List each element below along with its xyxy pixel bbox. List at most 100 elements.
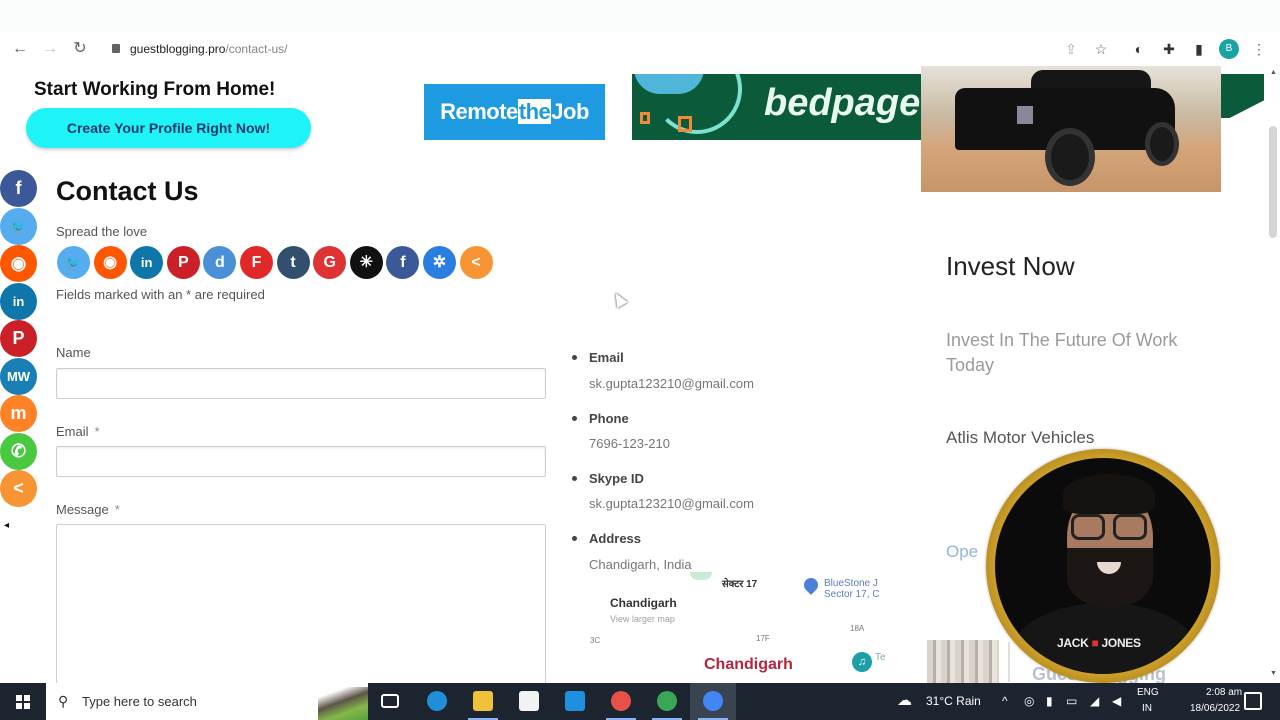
map-poi-label[interactable]: BlueStone J Sector 17, C — [824, 578, 880, 600]
weather-text[interactable]: 31°C Rain — [926, 694, 981, 708]
tray-overflow-icon[interactable]: ^ — [1002, 694, 1008, 708]
meet-now-icon[interactable]: ◎ — [1024, 694, 1034, 708]
battery-icon[interactable]: ▭ — [1066, 694, 1077, 708]
search-icon: ⚲ — [58, 693, 69, 709]
email-field[interactable] — [56, 446, 546, 477]
sidepanel-icon[interactable]: ▮ — [1190, 40, 1208, 58]
scrollbar-thumb[interactable] — [1269, 126, 1277, 238]
reddit-share-icon[interactable]: ◉ — [0, 245, 37, 282]
contact-email-value[interactable]: sk.gupta123210@gmail.com — [589, 376, 754, 391]
mewe-share-icon[interactable]: MW — [0, 357, 37, 395]
taskbar-app-chrome-1[interactable] — [598, 683, 644, 720]
spread-the-love-label: Spread the love — [56, 224, 148, 239]
address-bar[interactable]: guestblogging.pro/contact-us/ — [112, 40, 287, 58]
message-field[interactable] — [56, 524, 546, 683]
taskbar-app-chrome-3[interactable] — [690, 683, 736, 720]
email-label-text: Email — [56, 424, 89, 439]
back-icon[interactable]: ← — [9, 38, 31, 60]
pinterest-share-icon[interactable]: P — [0, 320, 37, 357]
page-scrollbar[interactable]: ▲ ▼ — [1266, 66, 1280, 683]
glasses-icon — [1071, 514, 1105, 540]
remotethejob-ad[interactable]: RemotetheJob — [424, 84, 605, 140]
language-region[interactable]: IN — [1142, 703, 1152, 714]
start-button[interactable] — [0, 683, 46, 720]
forward-icon[interactable]: → — [39, 38, 61, 60]
create-profile-button[interactable]: Create Your Profile Right Now! — [26, 108, 311, 148]
taskbar-app-microsoft-store[interactable] — [506, 683, 552, 720]
taskbar-app-task-view[interactable] — [368, 683, 414, 720]
vk-share-button[interactable]: ✲ — [423, 246, 456, 279]
ad-remote-prefix: Remote — [440, 99, 518, 124]
invest-now-heading: Invest Now — [946, 251, 1075, 281]
taskbar-app-chrome-2[interactable] — [644, 683, 690, 720]
file-explorer-icon — [473, 691, 493, 711]
name-field[interactable] — [56, 368, 546, 399]
puzzle-icon[interactable]: ✚ — [1160, 40, 1178, 58]
view-larger-map-link[interactable]: View larger map — [610, 614, 675, 624]
clock-date[interactable]: 18/06/2022 — [1190, 703, 1240, 714]
search-highlight-art — [318, 687, 368, 720]
contact-address-title: Address — [589, 531, 642, 546]
collapse-share-icon[interactable]: ◂ — [4, 520, 9, 531]
reload-icon[interactable]: ↻ — [69, 38, 91, 60]
contact-phone-title: Phone — [589, 411, 629, 426]
invest-subheading[interactable]: Invest In The Future Of Work Today — [946, 328, 1186, 378]
truck-wheel — [1045, 128, 1095, 186]
ad-remote-the: the — [517, 99, 552, 124]
digg-share-button[interactable]: d — [203, 246, 237, 279]
embedded-map[interactable]: सेक्टर 17 BlueStone J Sector 17, C Chand… — [590, 572, 900, 683]
whatsapp-share-icon[interactable]: ✆ — [0, 432, 37, 470]
clock-time[interactable]: 2:08 am — [1206, 687, 1242, 698]
message-label-text: Message — [56, 502, 109, 517]
list-bullet — [572, 416, 577, 421]
weather-cloud-icon[interactable]: ☁ — [897, 691, 912, 709]
contact-skype-value[interactable]: sk.gupta123210@gmail.com — [589, 496, 754, 511]
scroll-up-arrow[interactable]: ▲ — [1270, 69, 1277, 76]
tumblr-share-button[interactable]: t — [276, 246, 310, 279]
open-link[interactable]: Ope — [946, 542, 978, 562]
reddit-share-button[interactable]: ◉ — [93, 246, 127, 279]
map-music-icon[interactable]: ♫ — [852, 652, 872, 672]
notification-center-icon[interactable] — [1244, 692, 1262, 710]
currency-thumbnail[interactable] — [927, 640, 999, 683]
email-label: Email * — [56, 424, 100, 439]
taskbar-app-file-explorer[interactable] — [460, 683, 506, 720]
map-pin-icon[interactable] — [801, 575, 821, 595]
mix-share-icon[interactable]: m — [0, 395, 37, 432]
stumble-share-button[interactable]: ✳ — [349, 246, 383, 279]
truck-ad-image[interactable] — [921, 66, 1221, 192]
profile-avatar[interactable]: B — [1219, 39, 1239, 59]
share-share-button[interactable]: < — [459, 246, 493, 279]
windows-taskbar: ⚲ Type here to search ☁ 31°C Rain ^ ◎ ▮ … — [0, 683, 1280, 720]
google-share-button[interactable]: G — [313, 246, 347, 279]
taskbar-search[interactable]: ⚲ Type here to search — [46, 683, 368, 720]
scroll-down-arrow[interactable]: ▼ — [1270, 670, 1277, 677]
flipboard-share-button[interactable]: F — [240, 246, 273, 279]
linkedin-share-icon[interactable]: in — [0, 282, 37, 320]
lock-icon[interactable] — [112, 44, 120, 53]
presenter-beard — [1067, 548, 1153, 608]
twitter-share-button[interactable]: 🐦 — [57, 246, 90, 279]
volume-icon[interactable]: ◀ — [1112, 694, 1121, 708]
star-icon[interactable]: ☆ — [1092, 40, 1110, 58]
share-share-icon[interactable]: < — [0, 470, 37, 507]
language-indicator[interactable]: ENG — [1137, 687, 1159, 698]
menu-icon[interactable]: ⋮ — [1250, 40, 1268, 58]
atlis-motor-link[interactable]: Atlis Motor Vehicles — [946, 428, 1094, 448]
linkedin-share-button[interactable]: in — [130, 246, 164, 279]
facebook-share-icon[interactable]: f — [0, 170, 37, 207]
facebook-share-button[interactable]: f — [386, 246, 420, 279]
page-title: Contact Us — [56, 176, 199, 206]
pinterest-share-button[interactable]: P — [166, 246, 200, 279]
microphone-icon[interactable]: ▮ — [1046, 694, 1053, 708]
share-icon[interactable]: ⇪ — [1062, 40, 1080, 58]
twitter-share-icon[interactable]: 🐦 — [0, 207, 37, 245]
contact-phone-value[interactable]: 7696-123-210 — [589, 436, 670, 451]
bedpage-ad[interactable]: bedpage — [632, 74, 922, 140]
extension-sync-icon[interactable]: ◐ — [1130, 40, 1148, 58]
url-path: /contact-us/ — [225, 42, 288, 56]
taskbar-app-mail[interactable] — [552, 683, 598, 720]
ad-decoration — [1221, 74, 1264, 118]
taskbar-app-edge[interactable] — [414, 683, 460, 720]
wifi-icon[interactable]: ◢ — [1090, 694, 1099, 708]
